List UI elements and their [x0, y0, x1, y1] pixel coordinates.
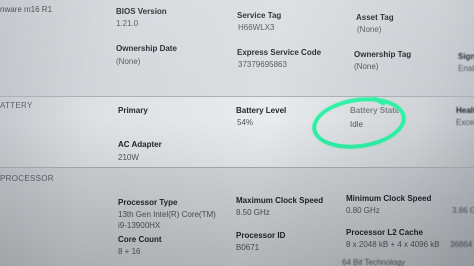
express-service-code-label: Express Service Code — [237, 48, 322, 57]
l2-cache-label: Processor L2 Cache — [346, 228, 423, 237]
battery-health-label-fragment: Health — [456, 106, 474, 115]
bottom-cutoff-fragment: 64 Bit Technology — [342, 258, 406, 266]
max-clock-speed-value: 8.50 GHz — [236, 208, 270, 217]
service-tag-label: Service Tag — [237, 11, 282, 20]
ac-adapter-label: AC Adapter — [118, 140, 162, 149]
signed-value-fragment: Enab — [458, 64, 474, 73]
processor-type-label: Processor Type — [118, 198, 178, 207]
highlight-circle-annotation — [308, 91, 410, 155]
ownership-date-label: Ownership Date — [116, 44, 177, 53]
core-count-label: Core Count — [118, 235, 162, 244]
l2-cache-value: 8 x 2048 kB + 4 x 4096 kB — [346, 240, 440, 249]
battery-health-value-fragment: Excell — [456, 118, 474, 127]
model-name-fragment: nware m16 R1 — [0, 5, 53, 14]
processor-type-value-line1: 13th Gen Intel(R) Core(TM) — [118, 210, 216, 219]
ownership-date-value: (None) — [116, 57, 141, 66]
section-divider-processor — [0, 167, 474, 168]
express-service-code-value: 37379695863 — [238, 60, 287, 69]
bios-version-label: BIOS Version — [116, 7, 167, 16]
ownership-tag-label: Ownership Tag — [354, 50, 412, 59]
battery-primary-label: Primary — [118, 106, 148, 115]
ac-adapter-value: 210W — [118, 153, 139, 162]
processor-section-label: PROCESSOR — [0, 174, 54, 183]
battery-level-value: 54% — [237, 118, 254, 127]
battery-section-label: ATTERY — [0, 101, 33, 110]
core-count-value: 8 + 16 — [118, 247, 141, 256]
service-tag-value: H66WLX3 — [238, 23, 275, 32]
current-clock-fragment: 3.86 G — [452, 206, 474, 215]
signed-label-fragment: Signe — [458, 52, 474, 61]
min-clock-speed-label: Minimum Clock Speed — [346, 194, 432, 203]
processor-id-value: B0671 — [236, 243, 260, 252]
battery-level-label: Battery Level — [236, 106, 287, 115]
l3-cache-fragment: 36864 K — [450, 240, 474, 249]
section-divider-battery — [0, 96, 474, 97]
bios-version-value: 1.21.0 — [116, 19, 139, 28]
asset-tag-value: (None) — [357, 25, 382, 34]
asset-tag-label: Asset Tag — [356, 13, 394, 22]
processor-id-label: Processor ID — [236, 231, 286, 240]
min-clock-speed-value: 0.80 GHz — [346, 206, 380, 215]
max-clock-speed-label: Maximum Clock Speed — [236, 196, 324, 205]
bios-system-info-screen: nware m16 R1 BIOS Version 1.21.0 Service… — [0, 0, 474, 266]
ownership-tag-value: (None) — [354, 62, 379, 71]
processor-type-value-line2: i9-13900HX — [118, 221, 161, 230]
